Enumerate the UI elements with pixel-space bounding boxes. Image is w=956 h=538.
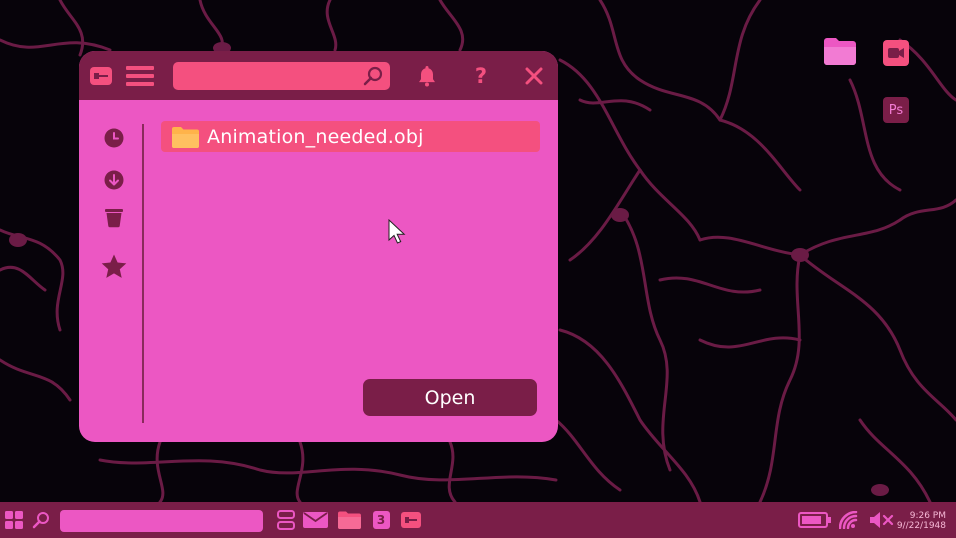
desktop-photoshop-icon[interactable]: Ps [883,97,909,123]
folder-icon [172,126,199,148]
file-dialog-window: ? Animation_needed.obj Open [79,51,558,442]
file-name: Animation_needed.obj [207,125,424,148]
download-icon[interactable] [100,166,128,194]
taskbar-folder-icon[interactable] [337,508,361,532]
desktop-folder-icon[interactable] [823,36,857,66]
photoshop-label: Ps [888,102,904,118]
key-icon[interactable] [89,63,113,89]
help-icon[interactable]: ? [471,63,491,89]
desktop-video-camera-icon[interactable] [883,40,909,66]
sidebar [79,100,143,442]
clock-time: 9:26 PM [909,511,946,521]
bell-icon[interactable] [416,63,438,89]
star-icon[interactable] [100,252,128,280]
menu-icon[interactable] [125,63,155,89]
start-grid-icon[interactable] [4,508,24,532]
wifi-icon[interactable] [838,508,860,532]
trash-icon[interactable] [100,204,128,232]
mouse-cursor-icon [388,218,408,249]
file-list-item[interactable]: Animation_needed.obj [161,121,540,152]
close-icon[interactable] [523,63,545,89]
system-clock[interactable]: 9:26 PM 9//22/1948 [897,511,946,531]
clock-icon[interactable] [100,124,128,152]
taskbar: 3 9:26 PM 9//22/1948 [0,502,956,538]
taskbar-search-icon[interactable] [31,508,51,532]
taskbar-key-icon[interactable] [400,508,422,532]
mail-icon[interactable] [302,508,328,532]
taskbar-search-input[interactable] [60,510,263,532]
muted-speaker-icon[interactable] [868,508,894,532]
app-3-icon[interactable]: 3 [372,508,390,532]
open-button[interactable]: Open [363,379,537,416]
titlebar: ? [79,51,558,100]
app-3-badge: 3 [376,513,386,527]
sidebar-divider [142,124,144,423]
window-search-box [173,62,390,90]
window-search-input[interactable] [173,62,353,90]
clock-date: 9//22/1948 [896,521,946,531]
task-view-icon[interactable] [276,508,296,532]
battery-icon[interactable] [797,508,831,532]
search-icon[interactable] [362,66,384,90]
